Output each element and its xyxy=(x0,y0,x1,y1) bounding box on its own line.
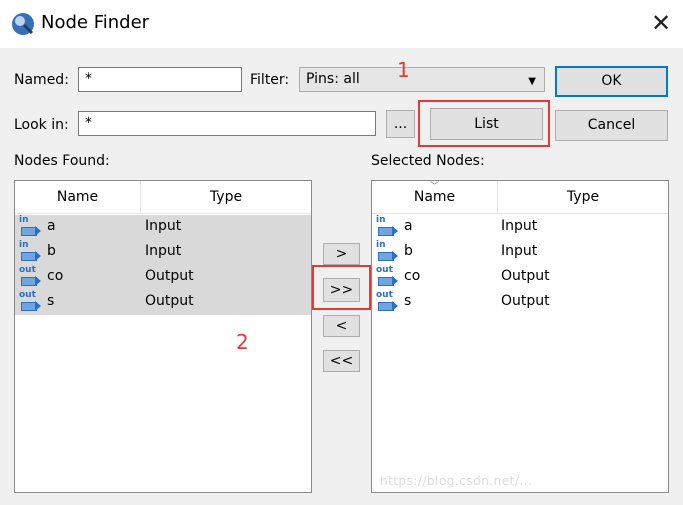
list-item[interactable]: out s Output xyxy=(15,290,311,315)
output-pin-icon: out xyxy=(376,265,398,287)
input-pin-icon: in xyxy=(376,215,398,237)
chevron-down-icon: ▼ xyxy=(528,76,536,87)
look-in-label: Look in: xyxy=(14,117,69,133)
list-item[interactable]: out co Output xyxy=(372,265,668,290)
output-pin-icon: out xyxy=(376,290,398,312)
selected-nodes-header: Name ﹀ Type xyxy=(372,181,668,214)
list-button[interactable]: List xyxy=(430,108,543,140)
node-name: b xyxy=(47,243,56,259)
node-name: a xyxy=(404,218,413,234)
column-type[interactable]: Type xyxy=(141,189,311,205)
sort-ascending-icon: ﹀ xyxy=(430,182,440,192)
look-in-input[interactable]: * xyxy=(78,111,376,136)
filter-label: Filter: xyxy=(250,72,290,88)
nodes-found-header: Name Type xyxy=(15,181,311,214)
node-name: b xyxy=(404,243,413,259)
remove-selected-button[interactable]: < xyxy=(323,315,360,337)
column-name[interactable]: Name xyxy=(15,189,140,205)
named-input[interactable]: * xyxy=(78,67,242,92)
list-item[interactable]: in a Input xyxy=(15,215,311,240)
node-name: co xyxy=(47,268,64,284)
node-name: co xyxy=(404,268,421,284)
named-label: Named: xyxy=(14,72,69,88)
browse-button[interactable]: ... xyxy=(386,110,415,138)
add-selected-button[interactable]: > xyxy=(323,243,360,265)
node-type: Output xyxy=(501,268,550,284)
node-type: Input xyxy=(501,218,538,234)
ok-button[interactable]: OK xyxy=(555,66,668,97)
window-title: Node Finder xyxy=(41,12,150,33)
node-type: Output xyxy=(145,268,194,284)
nodes-found-label: Nodes Found: xyxy=(14,153,110,169)
input-pin-icon: in xyxy=(376,240,398,262)
annotation-1: 1 xyxy=(397,58,410,82)
list-item[interactable]: out co Output xyxy=(15,265,311,290)
remove-all-button[interactable]: << xyxy=(323,350,360,372)
output-pin-icon: out xyxy=(19,290,41,312)
cancel-button[interactable]: Cancel xyxy=(555,110,668,141)
selected-nodes-label: Selected Nodes: xyxy=(371,153,485,169)
filter-value: Pins: all xyxy=(306,71,360,87)
node-type: Output xyxy=(145,293,194,309)
selected-nodes-list[interactable]: Name ﹀ Type in a Input in b Input out co… xyxy=(371,180,669,493)
add-all-button[interactable]: >> xyxy=(323,278,360,302)
list-item[interactable]: in b Input xyxy=(372,240,668,265)
nodes-found-list[interactable]: Name Type in a Input in b Input out co O… xyxy=(14,180,312,493)
close-icon[interactable]: ✕ xyxy=(648,8,674,38)
watermark-text: https://blog.csdn.net/... xyxy=(380,474,533,488)
input-pin-icon: in xyxy=(19,215,41,237)
filter-select[interactable]: Pins: all ▼ xyxy=(299,67,545,92)
output-pin-icon: out xyxy=(19,265,41,287)
node-name: a xyxy=(47,218,56,234)
node-type: Input xyxy=(145,243,182,259)
node-type: Output xyxy=(501,293,550,309)
node-name: s xyxy=(47,293,55,309)
list-item[interactable]: in b Input xyxy=(15,240,311,265)
node-type: Input xyxy=(145,218,182,234)
node-finder-icon xyxy=(12,13,34,35)
list-item[interactable]: out s Output xyxy=(372,290,668,315)
input-pin-icon: in xyxy=(19,240,41,262)
list-item[interactable]: in a Input xyxy=(372,215,668,240)
annotation-2: 2 xyxy=(236,330,249,354)
node-name: s xyxy=(404,293,412,309)
node-type: Input xyxy=(501,243,538,259)
column-type[interactable]: Type xyxy=(498,189,668,205)
